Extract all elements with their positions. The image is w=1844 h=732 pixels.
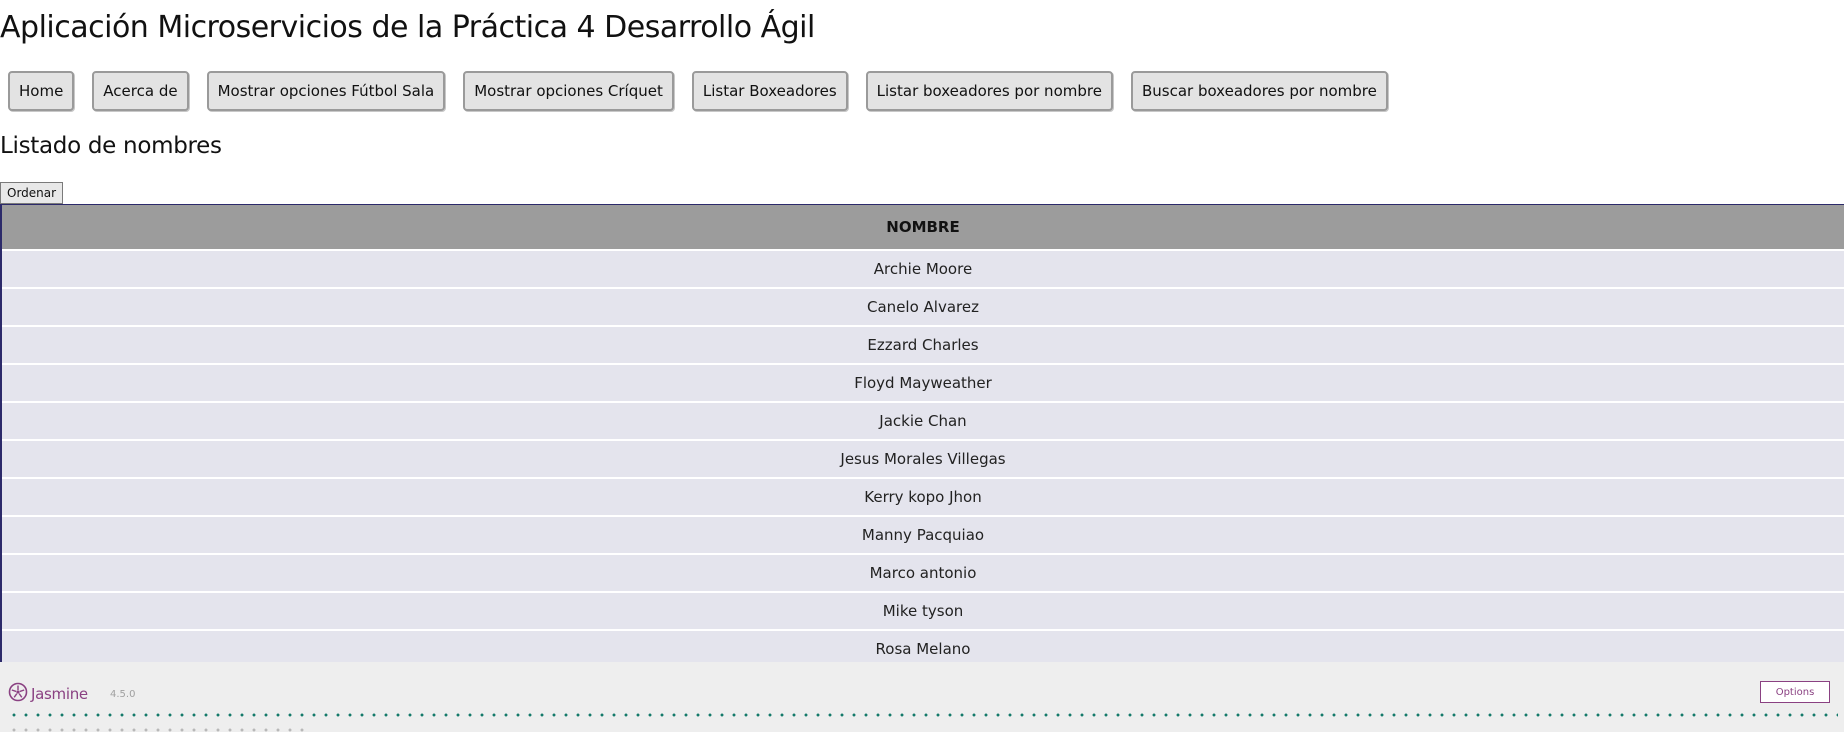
table-row: Manny Pacquiao — [2, 516, 1844, 555]
jasmine-version: 4.5.0 — [110, 689, 136, 700]
table-row: Jesus Morales Villegas — [2, 440, 1844, 479]
table-cell-name: Marco antonio — [2, 554, 1844, 593]
table-header-row: NOMBRE — [2, 205, 1844, 251]
nav-list-boxers-button[interactable]: Listar Boxeadores — [691, 71, 848, 111]
table-row: Kerry kopo Jhon — [2, 478, 1844, 517]
names-table-container[interactable]: NOMBRE Archie Moore Canelo Alvarez Ezzar… — [0, 204, 1844, 662]
table-cell-name: Floyd Mayweather — [2, 364, 1844, 403]
options-button[interactable]: Options — [1760, 681, 1830, 703]
table-cell-name: Archie Moore — [2, 250, 1844, 289]
table-cell-name: Mike tyson — [2, 592, 1844, 631]
table-row: Marco antonio — [2, 554, 1844, 593]
table-cell-name: Jesus Morales Villegas — [2, 440, 1844, 479]
table-row: Canelo Alvarez — [2, 288, 1844, 327]
nav-about-button[interactable]: Acerca de — [92, 71, 189, 111]
nav-bar: Home Acerca de Mostrar opciones Fútbol Sal… — [8, 71, 1406, 111]
jasmine-reporter-banner: Jasmine 4.5.0 Options — [0, 662, 1844, 732]
nav-list-boxers-by-name-button[interactable]: Listar boxeadores por nombre — [865, 71, 1113, 111]
table-row: Mike tyson — [2, 592, 1844, 631]
names-table: NOMBRE Archie Moore Canelo Alvarez Ezzar… — [2, 205, 1844, 662]
spec-status-dots — [8, 713, 1838, 717]
jasmine-flower-icon — [8, 682, 28, 706]
spec-status-dots-secondary — [8, 728, 308, 732]
table-row: Jackie Chan — [2, 402, 1844, 441]
nav-home-button[interactable]: Home — [8, 71, 75, 111]
nav-futsal-options-button[interactable]: Mostrar opciones Fútbol Sala — [206, 71, 446, 111]
jasmine-logo: Jasmine — [8, 682, 88, 706]
nav-search-boxers-button[interactable]: Buscar boxeadores por nombre — [1130, 71, 1388, 111]
table-cell-name: Canelo Alvarez — [2, 288, 1844, 327]
table-row: Ezzard Charles — [2, 326, 1844, 365]
jasmine-logo-text: Jasmine — [31, 685, 88, 703]
table-cell-name: Rosa Melano — [2, 630, 1844, 662]
page-title: Aplicación Microservicios de la Práctica… — [0, 10, 815, 45]
section-title: Listado de nombres — [0, 133, 222, 159]
sort-button[interactable]: Ordenar — [0, 182, 64, 204]
app-container: Aplicación Microservicios de la Práctica… — [0, 0, 1844, 662]
table-cell-name: Manny Pacquiao — [2, 516, 1844, 555]
table-cell-name: Kerry kopo Jhon — [2, 478, 1844, 517]
table-cell-name: Ezzard Charles — [2, 326, 1844, 365]
table-row: Rosa Melano — [2, 630, 1844, 662]
table-row: Archie Moore — [2, 250, 1844, 289]
table-cell-name: Jackie Chan — [2, 402, 1844, 441]
column-header-nombre: NOMBRE — [2, 205, 1844, 251]
table-row: Floyd Mayweather — [2, 364, 1844, 403]
nav-cricket-options-button[interactable]: Mostrar opciones Críquet — [463, 71, 674, 111]
